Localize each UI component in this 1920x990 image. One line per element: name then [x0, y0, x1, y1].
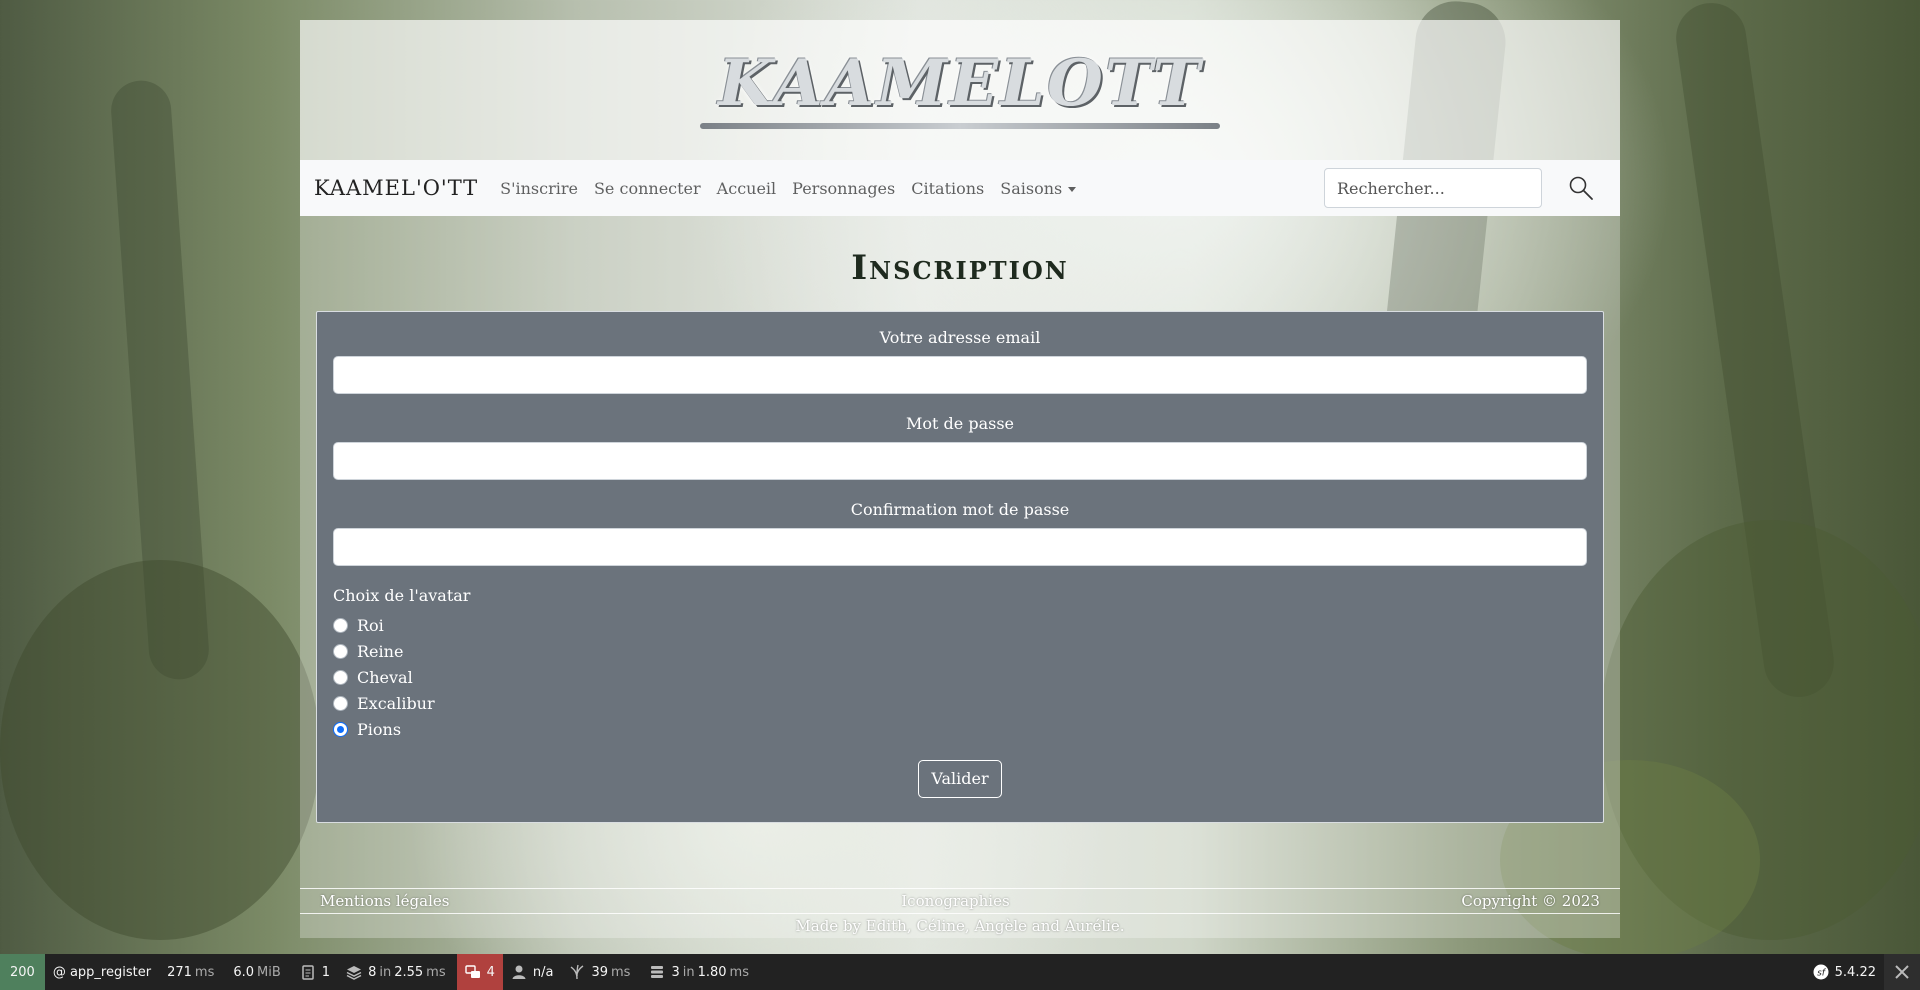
avatar-option-label: Cheval: [357, 667, 413, 687]
route-item[interactable]: @ app_register: [45, 954, 159, 990]
logs-count: 1: [321, 964, 331, 980]
site-logo[interactable]: KAAMELOTT: [700, 46, 1220, 135]
nav-dropdown-seasons[interactable]: Saisons: [1000, 178, 1077, 198]
confirm-password-label: Confirmation mot de passe: [850, 500, 1070, 519]
clipboard-icon: [302, 965, 314, 980]
register-form: Votre adresse email Mot de passe Confirm…: [316, 311, 1604, 823]
cache-count: 8: [368, 964, 377, 980]
radio-button-checked[interactable]: [333, 721, 348, 737]
nav-link-login[interactable]: Se connecter: [594, 179, 701, 198]
radio-button[interactable]: [333, 695, 348, 711]
user-icon: [512, 965, 526, 979]
nav-link-home[interactable]: Accueil: [717, 179, 776, 198]
avatar-option-label: Roi: [357, 615, 384, 635]
logs-item[interactable]: 1: [292, 954, 338, 990]
symfony-version: 5.4.22: [1834, 964, 1876, 980]
cache-in: in: [379, 964, 392, 980]
navbar-brand[interactable]: KAAMEL'O'TT: [314, 176, 478, 200]
footer-link-legal[interactable]: Mentions légales: [320, 892, 449, 910]
confirm-password-field[interactable]: [333, 528, 1587, 566]
database-icon: [651, 966, 664, 978]
user-value: n/a: [532, 964, 554, 980]
request-time-value: 271: [167, 964, 192, 980]
user-item[interactable]: n/a: [503, 954, 562, 990]
cache-item[interactable]: 8 in 2.55 ms: [338, 954, 457, 990]
twig-time: 39: [591, 964, 609, 980]
symfony-debug-toolbar: 200 @ app_register 271 ms 6.0 MiB 1 8 in 2.5…: [0, 954, 1920, 990]
radio-button[interactable]: [333, 617, 348, 633]
db-count: 3: [671, 964, 680, 980]
password-label: Mot de passe: [906, 414, 1014, 433]
search-input[interactable]: [1324, 168, 1542, 208]
radio-button[interactable]: [333, 669, 348, 685]
page-container: KAAMELOTT KAAMEL'O'TT S'inscrire Se conn…: [300, 20, 1620, 938]
avatar-option-reine[interactable]: Reine: [333, 638, 1587, 664]
cache-unit: ms: [426, 964, 446, 980]
db-unit: ms: [729, 964, 749, 980]
nav-link-register[interactable]: S'inscrire: [500, 179, 578, 198]
memory-item[interactable]: 6.0 MiB: [225, 954, 291, 990]
close-icon: [1895, 965, 1909, 979]
email-field[interactable]: [333, 356, 1587, 394]
footer: Mentions légales Iconographies Copyright…: [300, 888, 1620, 938]
search-button[interactable]: [1556, 168, 1606, 208]
background-foliage: [0, 560, 320, 940]
email-label: Votre adresse email: [879, 328, 1041, 347]
main-navbar: KAAMEL'O'TT S'inscrire Se connecter Accu…: [300, 160, 1620, 216]
radio-button[interactable]: [333, 643, 348, 659]
footer-copyright: Copyright © 2023: [1461, 892, 1600, 910]
avatar-option-excalibur[interactable]: Excalibur: [333, 690, 1587, 716]
close-toolbar-button[interactable]: [1884, 954, 1920, 990]
db-in: in: [682, 964, 695, 980]
avatar-option-roi[interactable]: Roi: [333, 612, 1587, 638]
nav-dropdown-seasons-label: Saisons: [1000, 178, 1063, 198]
footer-link-iconography[interactable]: Iconographies: [901, 892, 1009, 910]
request-time-item[interactable]: 271 ms: [159, 954, 225, 990]
database-item[interactable]: 3 in 1.80 ms: [641, 954, 760, 990]
twig-icon: [571, 964, 584, 980]
footer-credits: Made by Edith, Céline, Angèle and Auréli…: [795, 917, 1125, 935]
header-banner: KAAMELOTT: [300, 20, 1620, 160]
translation-item[interactable]: 4: [456, 954, 503, 990]
db-time: 1.80: [697, 964, 727, 980]
avatar-option-label: Reine: [357, 641, 404, 661]
layers-icon: [346, 966, 362, 980]
submit-button[interactable]: Valider: [918, 760, 1002, 798]
search-icon: [1569, 176, 1593, 200]
avatar-option-label: Excalibur: [357, 693, 435, 713]
cache-time: 2.55: [394, 964, 424, 980]
avatar-choice-label: Choix de l'avatar: [333, 586, 471, 605]
avatar-option-cheval[interactable]: Cheval: [333, 664, 1587, 690]
password-field[interactable]: [333, 442, 1587, 480]
translation-count: 4: [486, 964, 495, 980]
avatar-option-pions[interactable]: Pions: [333, 716, 1587, 742]
page-title: Inscription: [851, 248, 1069, 288]
memory-value: 6.0: [233, 964, 255, 980]
avatar-choice-group: Choix de l'avatar Roi Reine Cheval Excal…: [333, 584, 1587, 742]
memory-unit: MiB: [257, 964, 281, 980]
twig-unit: ms: [611, 964, 631, 980]
status-code-badge[interactable]: 200: [0, 954, 45, 990]
nav-link-quotes[interactable]: Citations: [911, 179, 984, 198]
nav-link-characters[interactable]: Personnages: [792, 179, 895, 198]
twig-item[interactable]: 39 ms: [561, 954, 641, 990]
symfony-version-item[interactable]: sf 5.4.22: [1805, 954, 1884, 990]
translation-icon: [464, 965, 480, 978]
caret-down-icon: [1068, 186, 1077, 192]
request-time-unit: ms: [194, 964, 215, 980]
symfony-logo-icon: sf: [1813, 964, 1829, 980]
avatar-option-label: Pions: [357, 719, 402, 739]
